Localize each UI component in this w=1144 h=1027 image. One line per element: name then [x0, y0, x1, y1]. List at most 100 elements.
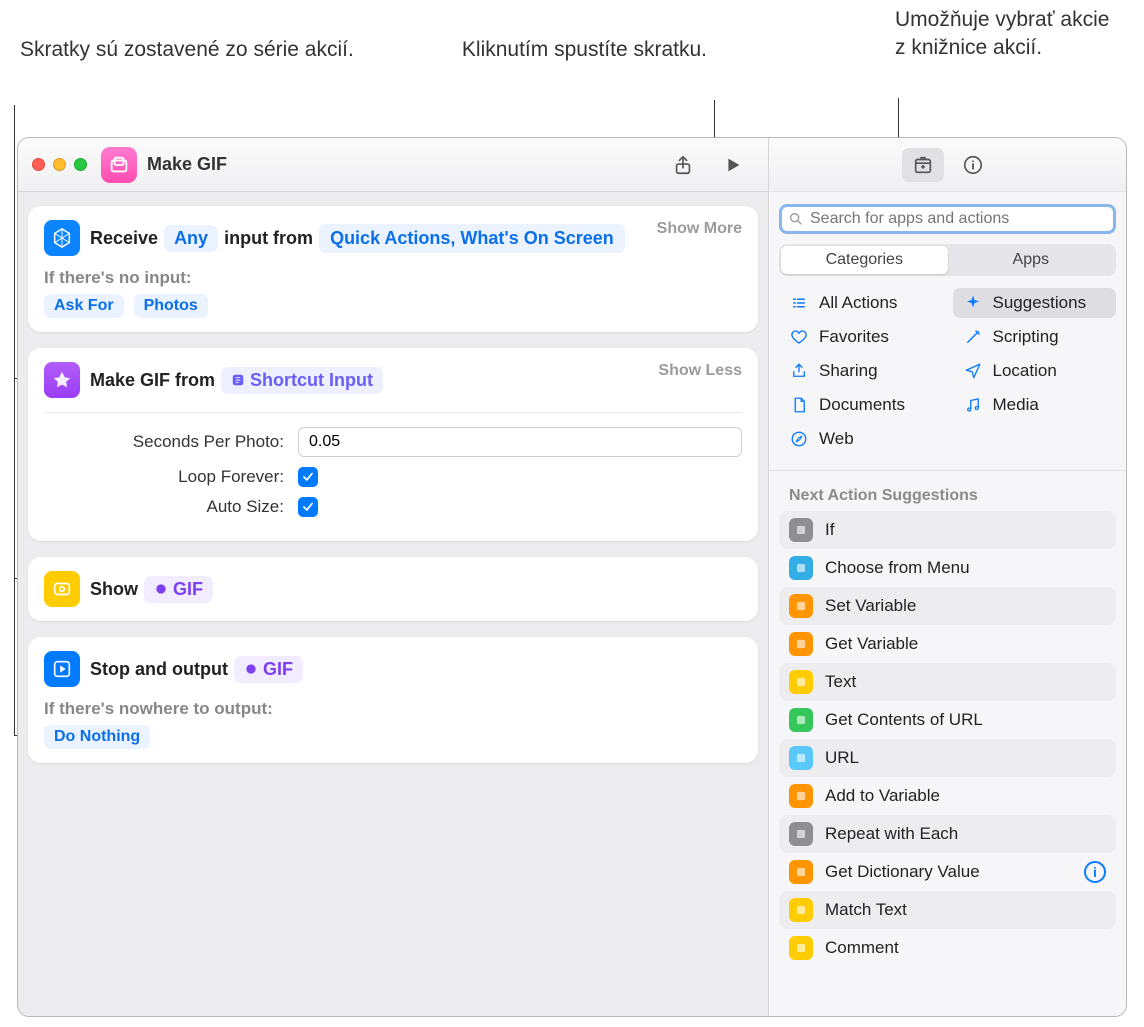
- show-icon: [44, 571, 80, 607]
- suggestion-icon: [789, 518, 813, 542]
- suggestion-icon: [789, 632, 813, 656]
- search-wrap: [769, 192, 1126, 244]
- cat-web[interactable]: Web: [779, 424, 943, 454]
- seconds-per-photo-label: Seconds Per Photo:: [94, 432, 284, 452]
- cat-all-actions[interactable]: All Actions: [779, 288, 943, 318]
- info-icon[interactable]: i: [1084, 861, 1106, 883]
- cat-label: Favorites: [819, 327, 889, 347]
- suggestion-icon: [789, 860, 813, 884]
- annotation-line: [14, 598, 15, 599]
- receive-text: Receive Any input from Quick Actions, Wh…: [90, 224, 625, 253]
- stop-text: Stop and output GIF: [90, 656, 303, 683]
- receive-source-token[interactable]: Quick Actions, What's On Screen: [319, 224, 625, 253]
- heart-icon: [789, 327, 809, 347]
- gif-var-show[interactable]: GIF: [144, 576, 213, 603]
- suggestion-label: Get Variable: [825, 634, 918, 654]
- cat-suggestions[interactable]: Suggestions: [953, 288, 1117, 318]
- suggestion-icon: [789, 898, 813, 922]
- suggestion-item[interactable]: Match Text: [779, 891, 1116, 929]
- list-icon: [789, 293, 809, 313]
- suggestion-item[interactable]: Set Variable: [779, 587, 1116, 625]
- suggestion-item[interactable]: Text: [779, 663, 1116, 701]
- ask-for-token[interactable]: Ask For: [44, 294, 124, 318]
- suggestion-icon: [789, 936, 813, 960]
- suggestion-label: Set Variable: [825, 596, 916, 616]
- photos-token[interactable]: Photos: [134, 294, 208, 318]
- cat-label: Web: [819, 429, 854, 449]
- minimize-window-button[interactable]: [53, 158, 66, 171]
- safari-icon: [789, 429, 809, 449]
- cat-label: Location: [993, 361, 1057, 381]
- shortcut-title: Make GIF: [147, 154, 227, 175]
- action-library-toggle[interactable]: [902, 148, 944, 182]
- location-icon: [963, 361, 983, 381]
- do-nothing-token[interactable]: Do Nothing: [44, 725, 150, 749]
- suggestion-label: Add to Variable: [825, 786, 940, 806]
- receive-mid: input from: [224, 228, 313, 249]
- traffic-lights: [32, 158, 87, 171]
- seg-apps[interactable]: Apps: [948, 246, 1115, 274]
- suggestion-item[interactable]: Comment: [779, 929, 1116, 967]
- loop-forever-checkbox[interactable]: [298, 467, 318, 487]
- shortcut-input-var[interactable]: Shortcut Input: [221, 367, 383, 394]
- annotation-right: Umožňuje vybrať akcie z knižnice akcií.: [895, 6, 1125, 63]
- show-less-button[interactable]: Show Less: [658, 362, 742, 380]
- close-window-button[interactable]: [32, 158, 45, 171]
- search-input[interactable]: [810, 210, 1107, 228]
- actions-canvas: Show More Receive Any input from Quick A…: [18, 192, 768, 1016]
- suggestion-label: Match Text: [825, 900, 907, 920]
- auto-size-checkbox[interactable]: [298, 497, 318, 517]
- shortcuts-editor-window: Make GIF Show More Receive: [17, 137, 1127, 1017]
- suggestion-item[interactable]: Get Contents of URL: [779, 701, 1116, 739]
- receive-any-token[interactable]: Any: [164, 225, 218, 252]
- cat-scripting[interactable]: Scripting: [953, 322, 1117, 352]
- suggestion-label: If: [825, 520, 834, 540]
- gif-var-stop[interactable]: GIF: [234, 656, 303, 683]
- shortcut-app-icon: [101, 147, 137, 183]
- make-gif-action[interactable]: Show Less Make GIF from Shortcut Input: [28, 348, 758, 541]
- suggestion-label: Text: [825, 672, 856, 692]
- run-button[interactable]: [712, 148, 754, 182]
- suggestion-icon: [789, 670, 813, 694]
- suggestion-item[interactable]: If: [779, 511, 1116, 549]
- library-segmented-control[interactable]: Categories Apps: [779, 244, 1116, 276]
- suggestion-label: Choose from Menu: [825, 558, 970, 578]
- suggestion-label: Get Dictionary Value: [825, 862, 980, 882]
- cat-label: Scripting: [993, 327, 1059, 347]
- suggestion-item[interactable]: Get Variable: [779, 625, 1116, 663]
- music-icon: [963, 395, 983, 415]
- suggestion-icon: [789, 708, 813, 732]
- suggestion-item[interactable]: URL: [779, 739, 1116, 777]
- show-more-button[interactable]: Show More: [657, 220, 742, 238]
- search-field[interactable]: [779, 204, 1116, 234]
- show-result-action[interactable]: Show GIF: [28, 557, 758, 621]
- suggestion-item[interactable]: Add to Variable: [779, 777, 1116, 815]
- suggestion-item[interactable]: Choose from Menu: [779, 549, 1116, 587]
- cat-documents[interactable]: Documents: [779, 390, 943, 420]
- stop-output-action[interactable]: Stop and output GIF If there's nowhere t…: [28, 637, 758, 763]
- show-text: Show GIF: [90, 576, 213, 603]
- share-button[interactable]: [662, 148, 704, 182]
- cat-location[interactable]: Location: [953, 356, 1117, 386]
- seconds-per-photo-input[interactable]: [298, 427, 742, 457]
- sparkle-icon: [963, 293, 983, 313]
- divider: [769, 470, 1126, 471]
- receive-input-action[interactable]: Show More Receive Any input from Quick A…: [28, 206, 758, 332]
- receive-prefix: Receive: [90, 228, 158, 249]
- cat-sharing[interactable]: Sharing: [779, 356, 943, 386]
- stop-icon: [44, 651, 80, 687]
- suggestion-item[interactable]: Get Dictionary Value i: [779, 853, 1116, 891]
- action-library-sidebar: Categories Apps All Actions Suggestions …: [768, 138, 1126, 1016]
- cat-favorites[interactable]: Favorites: [779, 322, 943, 352]
- titlebar-actions: [662, 148, 754, 182]
- shortcut-details-toggle[interactable]: [952, 148, 994, 182]
- make-gif-text: Make GIF from Shortcut Input: [90, 367, 383, 394]
- zoom-window-button[interactable]: [74, 158, 87, 171]
- suggestion-item[interactable]: Repeat with Each: [779, 815, 1116, 853]
- auto-size-label: Auto Size:: [94, 497, 284, 517]
- make-gif-icon: [44, 362, 80, 398]
- seg-categories[interactable]: Categories: [781, 246, 948, 274]
- cat-media[interactable]: Media: [953, 390, 1117, 420]
- suggestion-icon: [789, 746, 813, 770]
- loop-forever-label: Loop Forever:: [94, 467, 284, 487]
